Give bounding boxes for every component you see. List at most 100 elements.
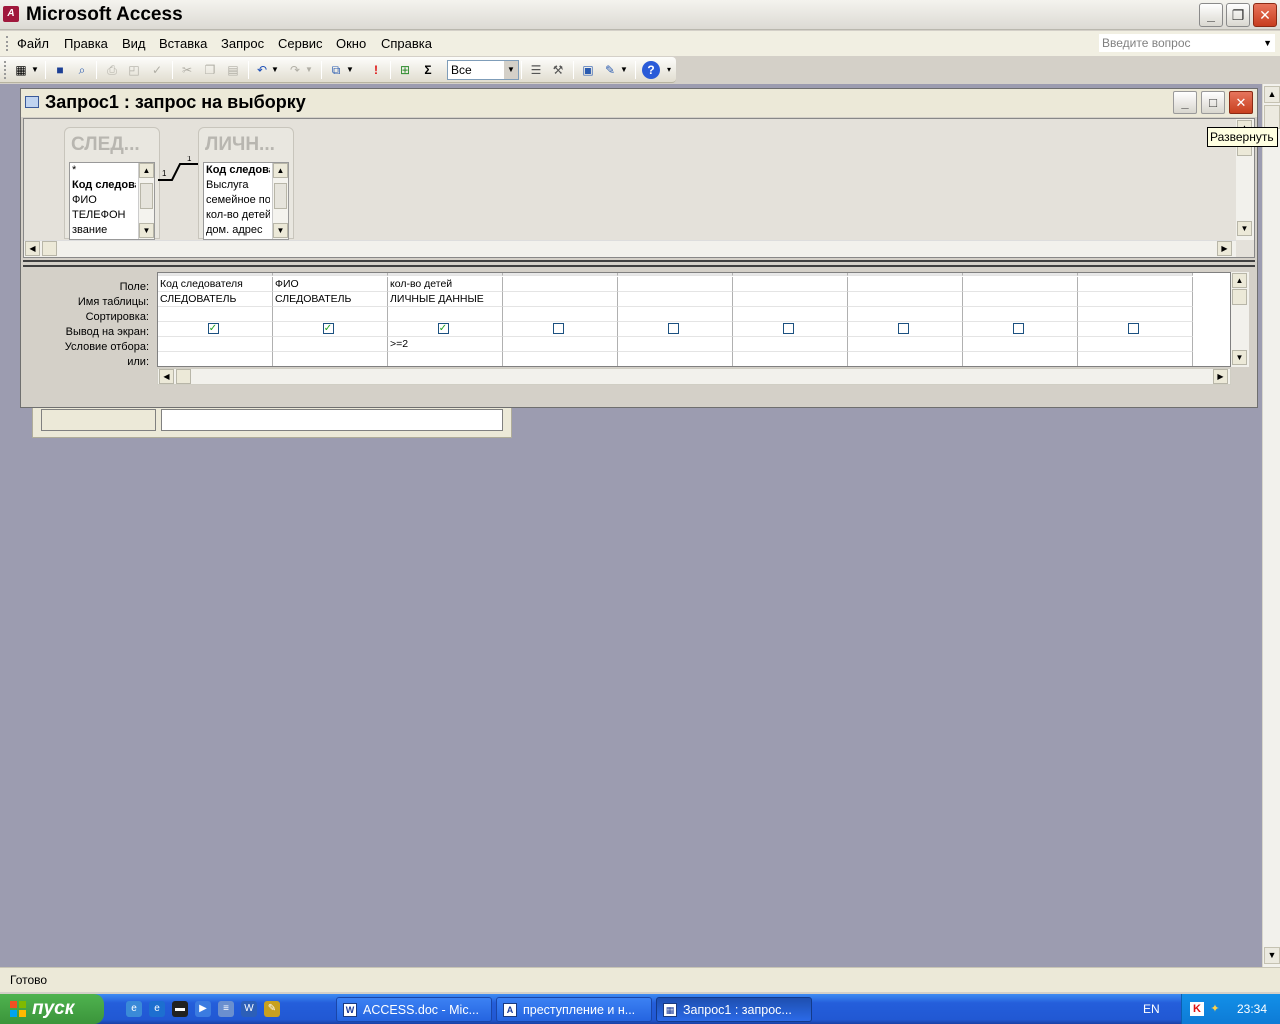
cut-icon[interactable]: ✂ [178, 61, 196, 79]
scroll-up-arrow[interactable]: ▲ [1232, 273, 1247, 288]
view-icon[interactable]: ▦ [12, 61, 30, 79]
column-selector[interactable] [503, 273, 618, 276]
column-selector[interactable] [388, 273, 503, 276]
toolbar-options-icon[interactable]: ▾ [664, 61, 674, 79]
scroll-thumb[interactable] [1232, 289, 1247, 305]
field-list-scrollbar[interactable]: ▲ ▼ [272, 163, 288, 239]
show-checkbox[interactable] [667, 323, 679, 334]
query-type-icon[interactable]: ⧉ [327, 61, 345, 79]
chevron-down-icon[interactable]: ▼ [1263, 34, 1272, 53]
show-checkbox[interactable]: ✓ [207, 323, 219, 334]
antivirus-icon[interactable]: K [1190, 1002, 1204, 1016]
chevron-down-icon[interactable]: ▼ [270, 61, 280, 79]
field-item[interactable]: кол-во детей [204, 208, 270, 223]
show-checkbox[interactable] [552, 323, 564, 334]
table-title[interactable]: СЛЕД... [71, 134, 140, 156]
grid-cell-show[interactable] [618, 322, 733, 337]
grid-cell-or[interactable] [963, 352, 1078, 366]
grid-cell-show[interactable] [503, 322, 618, 337]
taskbar-item-query[interactable]: ▦ Запрос1 : запрос... [656, 997, 812, 1022]
print-preview-icon[interactable]: ◰ [125, 61, 143, 79]
menu-window[interactable]: Окно [336, 36, 366, 51]
grid-cell-criteria[interactable]: >=2 [388, 337, 503, 352]
grid-cell-field[interactable] [963, 277, 1078, 292]
design-grid[interactable]: Код следователя СЛЕДОВАТЕЛЬ ✓ ФИО СЛЕДОВАТЕЛ… [157, 272, 1231, 367]
run-icon[interactable]: ! [367, 61, 385, 79]
taskbar-item-access-db[interactable]: A преступление и н... [496, 997, 652, 1022]
grid-cell-show[interactable] [848, 322, 963, 337]
field-item[interactable]: семейное положение [204, 193, 270, 208]
print-icon[interactable]: ⎙ [103, 61, 121, 79]
grid-cell-or[interactable] [848, 352, 963, 366]
menu-query[interactable]: Запрос [221, 36, 264, 51]
language-indicator[interactable]: EN [1143, 1002, 1160, 1016]
column-selector[interactable] [1078, 273, 1193, 276]
help-icon[interactable]: ? [642, 61, 660, 79]
grid-cell-sort[interactable] [618, 307, 733, 322]
window-minimize-button[interactable]: _ [1173, 91, 1197, 114]
field-item[interactable]: звание [70, 223, 136, 238]
totals-icon[interactable]: Σ [419, 61, 437, 79]
scroll-thumb[interactable] [176, 369, 191, 384]
grid-cell-field[interactable] [733, 277, 848, 292]
grid-cell-or[interactable] [1078, 352, 1193, 366]
table-field-list-personal-data[interactable]: ЛИЧН... Код следователя Выслуга семейное… [198, 127, 294, 240]
grid-cell-field[interactable] [1078, 277, 1193, 292]
show-checkbox[interactable]: ✓ [322, 323, 334, 334]
redo-icon[interactable]: ↷ [286, 61, 304, 79]
grid-cell-sort[interactable] [388, 307, 503, 322]
grid-cell-criteria[interactable] [273, 337, 388, 352]
grid-cell-table[interactable] [848, 292, 963, 307]
field-item[interactable]: ФИО [70, 193, 136, 208]
field-list[interactable]: Код следователя Выслуга семейное положен… [203, 162, 289, 240]
grid-cell-or[interactable] [618, 352, 733, 366]
new-object-icon[interactable]: ✎ [601, 61, 619, 79]
grid-horizontal-scrollbar[interactable]: ◀ ▶ [157, 368, 1231, 385]
column-selector[interactable] [158, 273, 273, 276]
field-list[interactable]: * Код следователя ФИО ТЕЛЕФОН звание ▲ ▼ [69, 162, 155, 240]
field-item[interactable]: дом. адрес [204, 223, 270, 238]
toolbar-grip-handle[interactable] [4, 61, 10, 79]
grid-cell-table[interactable]: СЛЕДОВАТЕЛЬ [273, 292, 388, 307]
menu-help[interactable]: Справка [381, 36, 432, 51]
grid-cell-show[interactable] [963, 322, 1078, 337]
scroll-down-arrow[interactable]: ▼ [1232, 350, 1247, 365]
workspace-vertical-scrollbar[interactable]: ▲ ▼ [1262, 84, 1280, 967]
chevron-down-icon[interactable]: ▼ [30, 61, 40, 79]
query-window-title-bar[interactable]: Запрос1 : запрос на выборку _ □ ✕ [21, 89, 1257, 117]
grid-cell-sort[interactable] [733, 307, 848, 322]
paste-icon[interactable]: ▤ [224, 61, 242, 79]
field-item[interactable]: * [70, 163, 136, 178]
grid-cell-criteria[interactable] [733, 337, 848, 352]
menu-file[interactable]: Файл [17, 36, 49, 51]
grid-cell-table[interactable]: СЛЕДОВАТЕЛЬ [158, 292, 273, 307]
scroll-down-arrow[interactable]: ▼ [1264, 947, 1280, 964]
help-question-input[interactable]: Введите вопрос ▼ [1098, 33, 1276, 53]
network-icon[interactable]: ✦ [1208, 1002, 1222, 1016]
window-maximize-button[interactable]: □ [1201, 91, 1225, 114]
background-form-field[interactable] [161, 409, 503, 431]
access-icon[interactable]: A [3, 6, 19, 22]
scroll-thumb[interactable] [1264, 105, 1280, 129]
grid-cell-field[interactable]: Код следователя [158, 277, 273, 292]
save-icon[interactable]: ■ [51, 61, 69, 79]
field-item[interactable]: Выслуга [204, 178, 270, 193]
column-selector[interactable] [848, 273, 963, 276]
menu-tools[interactable]: Сервис [278, 36, 323, 51]
grid-cell-table[interactable] [963, 292, 1078, 307]
scroll-down-arrow[interactable]: ▼ [273, 223, 288, 238]
field-item-key[interactable]: Код следователя [204, 163, 270, 178]
quicklaunch-notepad-icon[interactable]: ≡ [218, 1001, 234, 1017]
scroll-thumb[interactable] [140, 183, 153, 209]
menu-grip-handle[interactable] [6, 36, 9, 51]
column-selector[interactable] [618, 273, 733, 276]
copy-icon[interactable]: ❐ [201, 61, 219, 79]
table-title[interactable]: ЛИЧН... [205, 134, 275, 156]
show-checkbox[interactable] [1012, 323, 1024, 334]
close-button[interactable]: ✕ [1253, 3, 1277, 27]
quicklaunch-ie-icon[interactable]: e [149, 1001, 165, 1017]
grid-cell-criteria[interactable] [1078, 337, 1193, 352]
window-close-button[interactable]: ✕ [1229, 91, 1253, 114]
show-checkbox[interactable]: ✓ [437, 323, 449, 334]
grid-cell-table[interactable] [618, 292, 733, 307]
